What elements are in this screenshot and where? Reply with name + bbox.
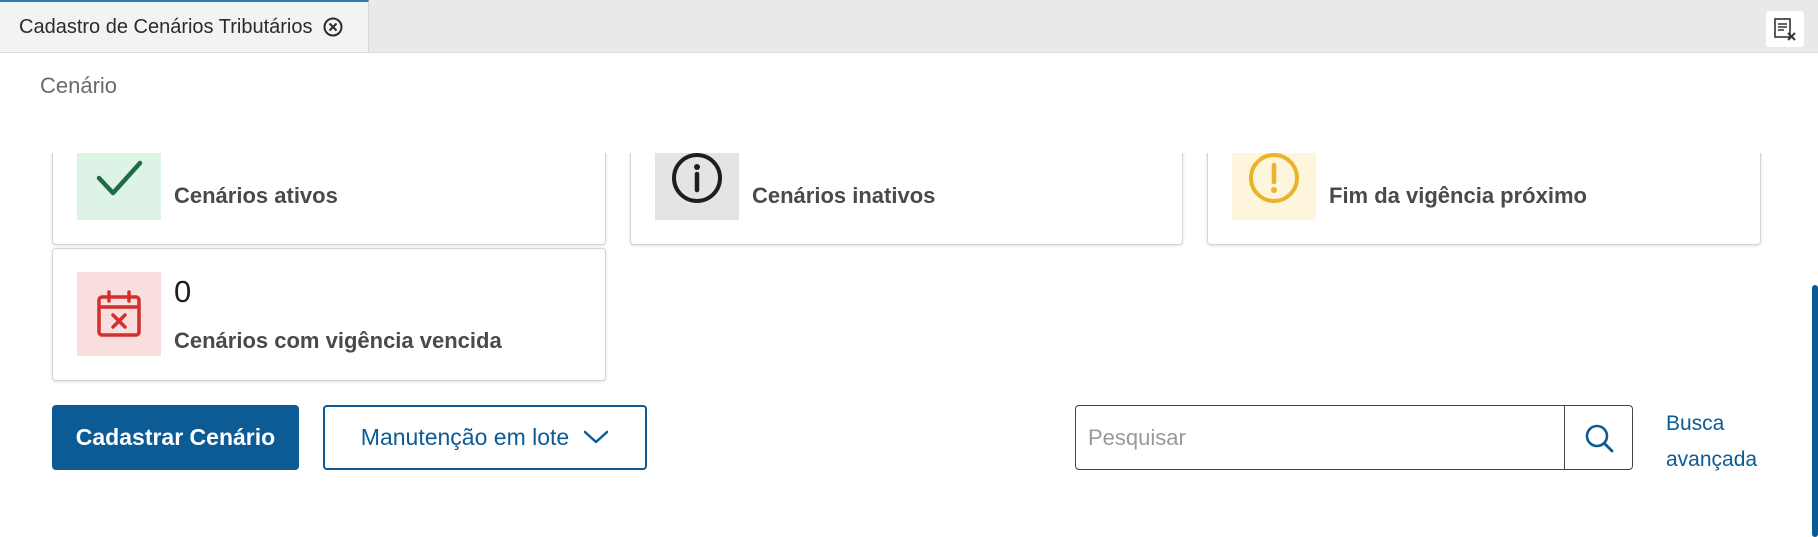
scrollbar[interactable] bbox=[1812, 285, 1818, 537]
search-box bbox=[1075, 405, 1633, 470]
breadcrumb: Cenário bbox=[40, 73, 118, 98]
card-value: 1 bbox=[752, 153, 769, 160]
card-value: 1 bbox=[1329, 153, 1346, 160]
search-icon[interactable] bbox=[1564, 406, 1632, 469]
tab-bar: Cadastro de Cenários Tributários bbox=[0, 0, 1818, 53]
card-label: Cenários ativos bbox=[174, 183, 338, 208]
tab-cadastro-cenarios[interactable]: Cadastro de Cenários Tributários bbox=[0, 0, 369, 52]
card-expired-scenarios[interactable]: 0 Cenários com vigência vencida bbox=[52, 248, 606, 381]
card-label: Cenários inativos bbox=[752, 183, 936, 208]
summary-cards: 4 Cenários ativos 1 Cenários inativos 1 … bbox=[0, 153, 1790, 537]
chevron-down-icon bbox=[583, 424, 609, 451]
card-label: Cenários com vigência vencida bbox=[174, 328, 502, 353]
card-validity-ending[interactable]: 1 Fim da vigência próximo bbox=[1207, 153, 1761, 245]
card-active-scenarios[interactable]: 4 Cenários ativos bbox=[52, 153, 606, 245]
card-value: 0 bbox=[174, 274, 192, 309]
close-window-icon[interactable] bbox=[1766, 11, 1804, 47]
warning-icon bbox=[1232, 153, 1316, 220]
info-icon bbox=[655, 153, 739, 220]
register-scenario-button[interactable]: Cadastrar Cenário bbox=[52, 405, 299, 470]
card-value: 4 bbox=[174, 153, 191, 160]
search-input[interactable] bbox=[1076, 406, 1564, 469]
tab-title: Cadastro de Cenários Tributários bbox=[19, 15, 313, 38]
check-icon bbox=[77, 153, 161, 220]
card-label: Fim da vigência próximo bbox=[1329, 183, 1587, 208]
close-circle-icon[interactable] bbox=[322, 16, 344, 38]
batch-maintenance-dropdown[interactable]: Manutenção em lote bbox=[323, 405, 647, 470]
calendar-x-icon bbox=[77, 272, 161, 356]
batch-maintenance-label: Manutenção em lote bbox=[360, 424, 570, 450]
card-inactive-scenarios[interactable]: 1 Cenários inativos bbox=[630, 153, 1183, 245]
advanced-search-link[interactable]: Busca avançada bbox=[1666, 406, 1776, 478]
